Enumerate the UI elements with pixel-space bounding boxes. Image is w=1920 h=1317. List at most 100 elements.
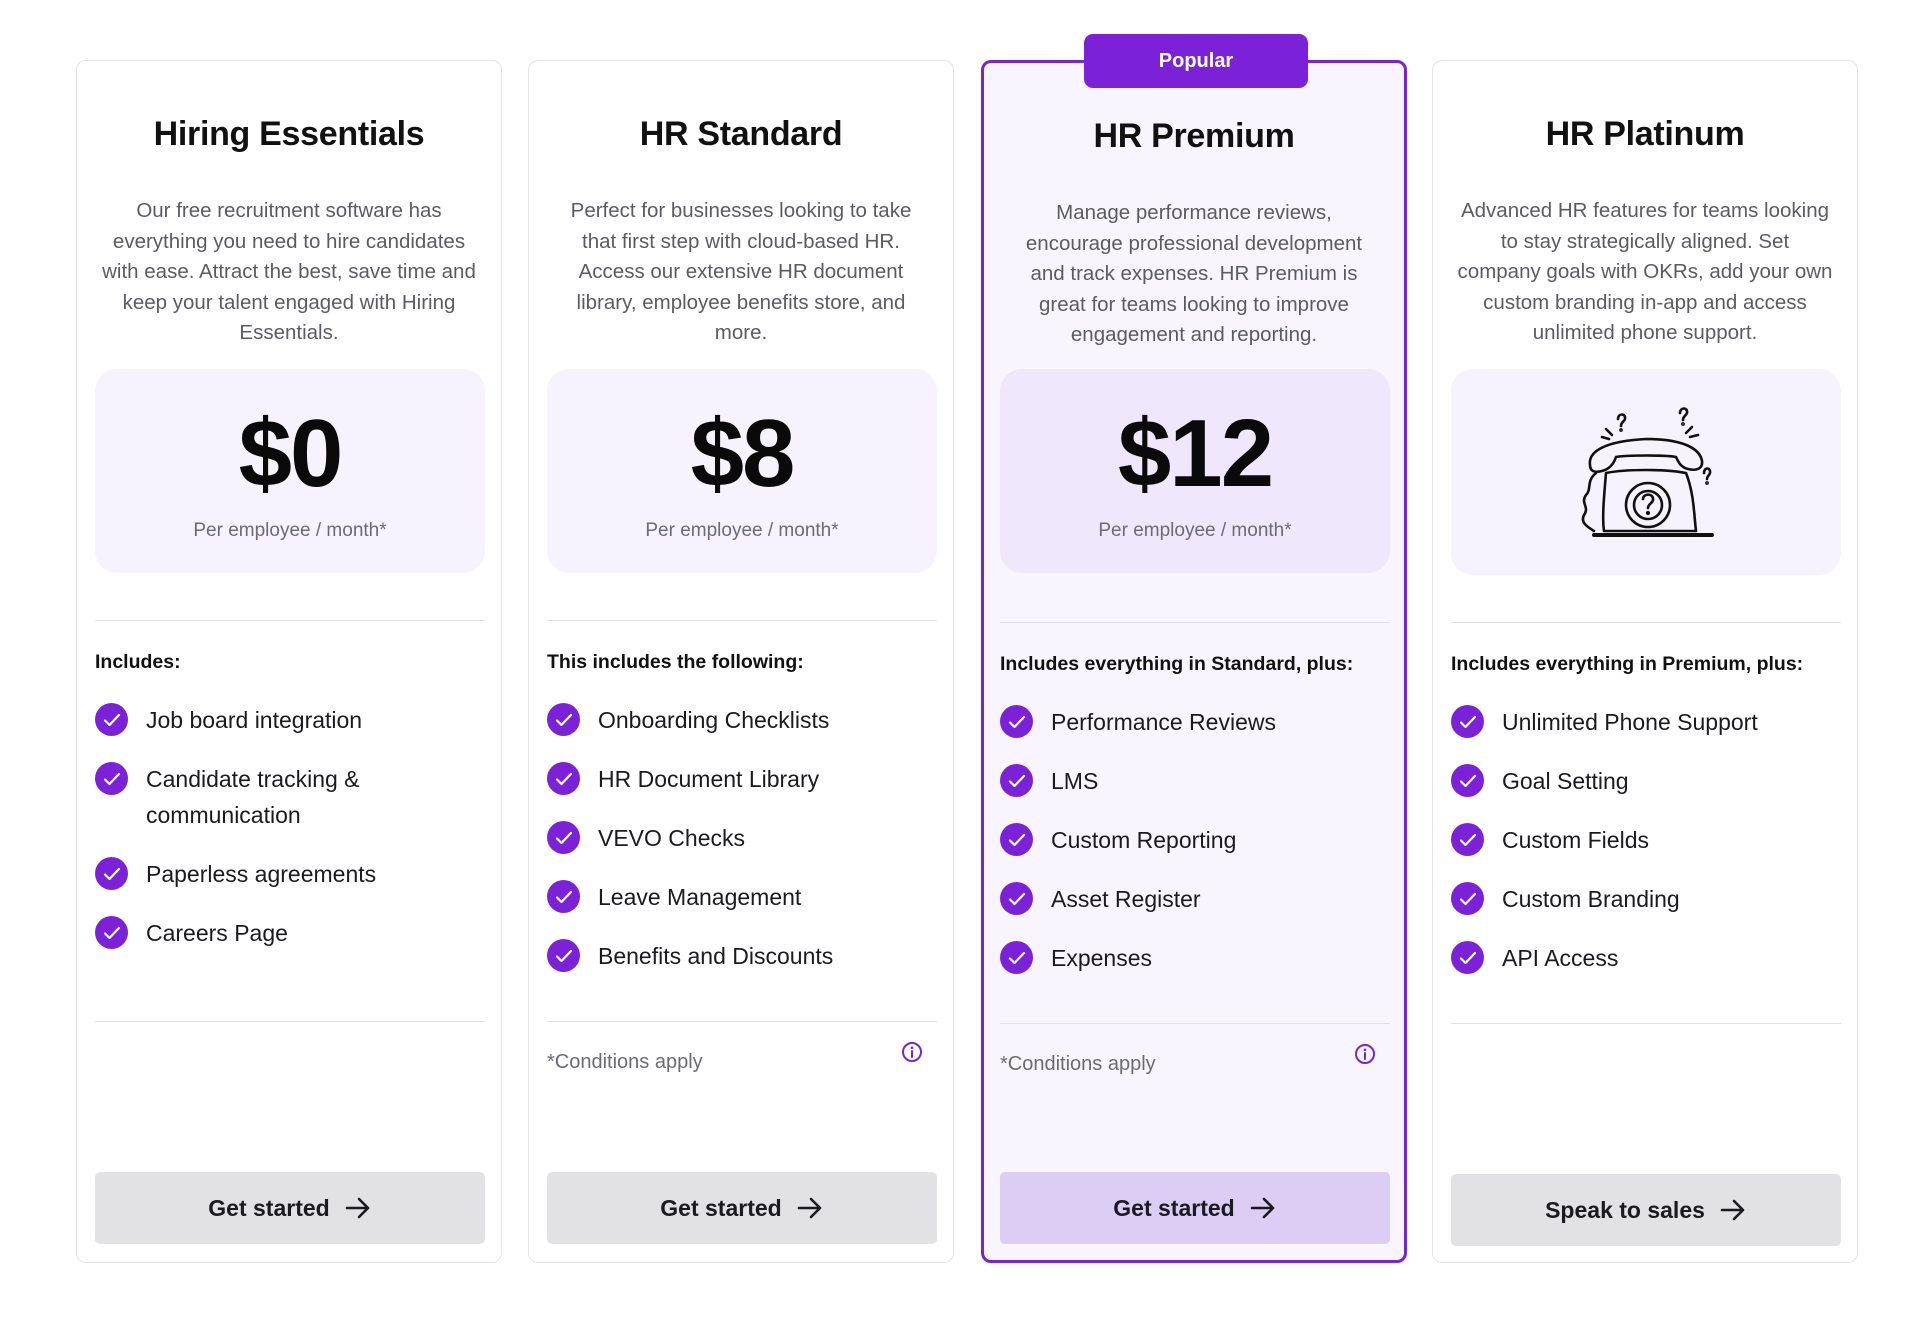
- info-icon[interactable]: [901, 1041, 923, 1063]
- price-box: $12 Per employee / month*: [1000, 369, 1390, 573]
- includes-heading: This includes the following:: [547, 651, 804, 673]
- feature-label: Custom Branding: [1502, 886, 1680, 912]
- feature-item: LMS: [1000, 764, 1390, 799]
- feature-label: Careers Page: [146, 920, 288, 946]
- button-label: Get started: [208, 1194, 330, 1221]
- price-box: $8 Per employee / month*: [547, 369, 937, 573]
- divider: [547, 620, 937, 621]
- feature-label: Benefits and Discounts: [598, 943, 834, 969]
- info-icon[interactable]: [1354, 1043, 1376, 1065]
- plan-card-hr-platinum: HR Platinum Advanced HR features for tea…: [1432, 60, 1858, 1263]
- check-circle-icon: [1000, 882, 1033, 915]
- check-circle-icon: [1451, 882, 1484, 915]
- conditions-note: *Conditions apply: [1000, 1053, 1156, 1075]
- includes-heading: Includes everything in Standard, plus:: [1000, 653, 1354, 675]
- divider: [1000, 622, 1390, 623]
- check-circle-icon: [1451, 705, 1484, 738]
- includes-heading: Includes everything in Premium, plus:: [1451, 653, 1804, 675]
- feature-item: Unlimited Phone Support: [1451, 705, 1841, 740]
- button-label: Get started: [1113, 1194, 1235, 1221]
- plan-price: $8: [690, 400, 796, 507]
- divider: [95, 620, 485, 621]
- feature-label: Paperless agreements: [146, 861, 377, 887]
- get-started-button[interactable]: Get started: [95, 1172, 485, 1244]
- feature-item: Asset Register: [1000, 882, 1390, 917]
- get-started-button[interactable]: Get started: [1000, 1172, 1390, 1244]
- feature-item: Custom Fields: [1451, 823, 1841, 858]
- feature-item: Careers Page: [95, 916, 485, 951]
- plan-description: Manage performance reviews, encourage pr…: [1025, 201, 1363, 346]
- feature-item: Paperless agreements: [95, 857, 485, 892]
- feature-item: Job board integration: [95, 703, 485, 738]
- feature-item: Leave Management: [547, 880, 937, 915]
- feature-item: Custom Branding: [1451, 882, 1841, 917]
- feature-label: Asset Register: [1051, 886, 1201, 912]
- feature-item: Onboarding Checklists: [547, 703, 937, 738]
- arrow-right-icon: [797, 1197, 822, 1219]
- price-box: $0 Per employee / month*: [95, 369, 485, 573]
- feature-label: VEVO Checks: [598, 825, 745, 851]
- check-circle-icon: [1000, 705, 1033, 738]
- feature-label: HR Document Library: [598, 766, 820, 792]
- check-circle-icon: [547, 821, 580, 854]
- check-circle-icon: [547, 703, 580, 736]
- check-circle-icon: [547, 939, 580, 972]
- plan-description: Advanced HR features for teams looking t…: [1457, 199, 1833, 344]
- feature-label: Job board integration: [146, 707, 363, 733]
- price-unit: Per employee / month*: [193, 520, 387, 541]
- feature-item: Goal Setting: [1451, 764, 1841, 799]
- feature-item: VEVO Checks: [547, 821, 937, 856]
- feature-item: Custom Reporting: [1000, 823, 1390, 858]
- feature-label: Custom Reporting: [1051, 827, 1237, 853]
- arrow-right-icon: [1720, 1199, 1745, 1221]
- feature-label: API Access: [1502, 945, 1619, 971]
- feature-label: LMS: [1051, 768, 1099, 794]
- feature-item: Performance Reviews: [1000, 705, 1390, 740]
- telephone-question-icon: [1581, 407, 1714, 537]
- feature-item: API Access: [1451, 941, 1841, 976]
- feature-label: Goal Setting: [1502, 768, 1629, 794]
- plan-title: HR Standard: [639, 115, 843, 153]
- feature-label: Unlimited Phone Support: [1502, 709, 1758, 735]
- check-circle-icon: [1451, 941, 1484, 974]
- check-circle-icon: [547, 880, 580, 913]
- check-circle-icon: [1451, 823, 1484, 856]
- plan-card-hiring-essentials: Hiring Essentials Our free recruitment s…: [76, 60, 502, 1263]
- get-started-button[interactable]: Get started: [547, 1172, 937, 1244]
- plan-description: Perfect for businesses looking to take t…: [570, 199, 912, 344]
- check-circle-icon: [547, 762, 580, 795]
- button-label: Speak to sales: [1545, 1196, 1705, 1223]
- feature-label: Performance Reviews: [1051, 709, 1276, 735]
- feature-label: Onboarding Checklists: [598, 707, 830, 733]
- pricing-plans: Hiring Essentials Our free recruitment s…: [76, 34, 1858, 1263]
- feature-list: Onboarding Checklists HR Document Librar…: [547, 703, 937, 998]
- includes-heading: Includes:: [95, 651, 181, 673]
- plan-title: Hiring Essentials: [153, 115, 425, 153]
- plan-price: $12: [1117, 400, 1274, 507]
- check-circle-icon: [95, 703, 128, 736]
- popular-badge: Popular: [1084, 34, 1308, 88]
- check-circle-icon: [1451, 764, 1484, 797]
- feature-item: Benefits and Discounts: [547, 939, 937, 974]
- speak-to-sales-button[interactable]: Speak to sales: [1451, 1174, 1841, 1246]
- divider: [1000, 1023, 1390, 1024]
- check-circle-icon: [1000, 941, 1033, 974]
- check-circle-icon: [95, 916, 128, 949]
- check-circle-icon: [95, 762, 128, 795]
- price-unit: Per employee / month*: [645, 520, 839, 541]
- feature-item: Candidate tracking & communication: [95, 762, 485, 833]
- feature-list: Job board integration Candidate tracking…: [95, 703, 485, 975]
- price-unit: Per employee / month*: [1098, 520, 1292, 541]
- feature-label: Candidate tracking & communication: [146, 766, 360, 828]
- button-label: Get started: [660, 1194, 782, 1221]
- check-circle-icon: [95, 857, 128, 890]
- feature-label: Custom Fields: [1502, 827, 1649, 853]
- feature-label: Leave Management: [598, 884, 802, 910]
- price-box: [1451, 369, 1841, 575]
- feature-label: Expenses: [1051, 945, 1153, 971]
- plan-title: HR Premium: [1093, 117, 1295, 155]
- divider: [1451, 622, 1841, 623]
- feature-item: HR Document Library: [547, 762, 937, 797]
- plan-card-hr-standard: HR Standard Perfect for businesses looki…: [528, 60, 954, 1263]
- feature-list: Unlimited Phone Support Goal Setting Cus…: [1451, 705, 1841, 1000]
